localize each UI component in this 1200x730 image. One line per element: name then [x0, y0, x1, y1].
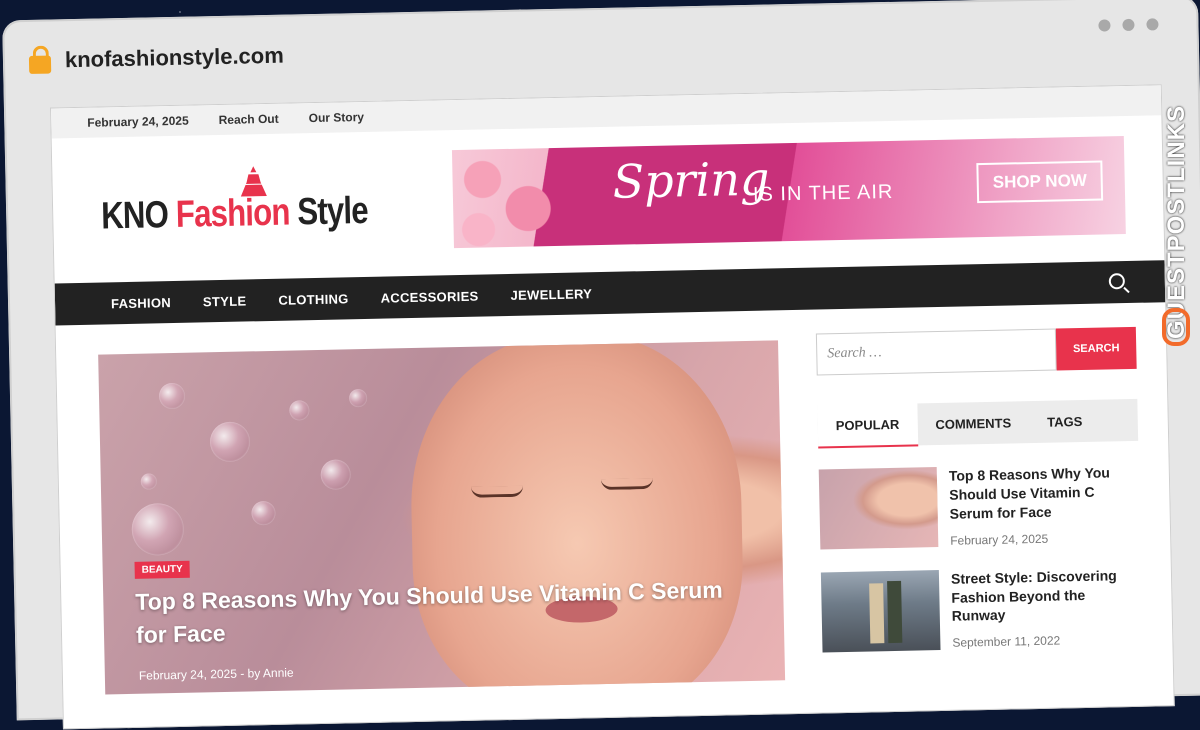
nav-item-jewellery[interactable]: JEWELLERY: [510, 286, 592, 303]
nav-item-style[interactable]: STYLE: [203, 293, 247, 309]
banner-script-text: Spring: [612, 151, 770, 209]
sidebar-search: Search … SEARCH: [815, 326, 1137, 376]
browser-window: knofashionstyle.com February 24, 2025 Re…: [2, 0, 1200, 730]
post-title[interactable]: Top 8 Reasons Why You Should Use Vitamin…: [949, 463, 1140, 524]
site-logo[interactable]: KNO Fashion Style: [101, 190, 368, 239]
spring-ad-banner[interactable]: Spring IS IN THE AIR SHOP NOW: [451, 136, 1126, 249]
lock-icon: [28, 55, 52, 74]
tab-comments[interactable]: COMMENTS: [917, 401, 1030, 445]
nav-item-accessories[interactable]: ACCESSORIES: [380, 288, 478, 305]
chain-link-icon: [1162, 308, 1190, 346]
logo-text-style: Style: [289, 189, 369, 234]
featured-post-title[interactable]: Top 8 Reasons Why You Should Use Vitamin…: [135, 573, 756, 653]
water-bubble: [131, 502, 185, 556]
post-date: September 11, 2022: [952, 633, 1061, 651]
address-bar[interactable]: knofashionstyle.com: [28, 43, 284, 74]
search-icon[interactable]: [1108, 273, 1126, 290]
post-thumbnail[interactable]: [818, 467, 939, 550]
list-item[interactable]: Street Style: Discovering Fashion Beyond…: [820, 565, 1143, 653]
sidebar: Search … SEARCH POPULAR COMMENTS TAGS To…: [815, 326, 1143, 653]
featured-post-author[interactable]: Annie: [263, 666, 294, 681]
banner-tagline: IS IN THE AIR: [752, 180, 894, 206]
logo-text-fashion: Fashion: [175, 191, 290, 236]
window-dot-icon[interactable]: [1098, 19, 1111, 32]
search-button[interactable]: SEARCH: [1055, 326, 1137, 371]
water-bubble: [320, 459, 352, 490]
closed-eye: [470, 485, 524, 498]
category-badge[interactable]: BEAUTY: [134, 560, 190, 579]
topbar-link-our-story[interactable]: Our Story: [309, 110, 365, 125]
watermark-text: GUESTPOSTLINKS: [1163, 104, 1190, 339]
logo-text-kno: KNO: [100, 193, 177, 238]
featured-post[interactable]: BEAUTY Top 8 Reasons Why You Should Use …: [98, 340, 786, 695]
current-date: February 24, 2025: [87, 113, 189, 130]
guestpostlinks-watermark: GUESTPOSTLINKS: [1154, 60, 1194, 360]
nav-item-clothing[interactable]: CLOTHING: [278, 291, 349, 307]
post-title[interactable]: Street Style: Discovering Fashion Beyond…: [951, 565, 1142, 626]
author-prefix: - by: [236, 666, 264, 681]
post-thumbnail[interactable]: [820, 569, 941, 653]
tab-popular[interactable]: POPULAR: [817, 402, 918, 449]
water-bubble: [158, 382, 186, 410]
page-viewport: February 24, 2025 Reach Out Our Story KN…: [49, 84, 1175, 730]
site-header: KNO Fashion Style Spring IS IN THE AIR S…: [52, 115, 1165, 283]
tab-tags[interactable]: TAGS: [1029, 400, 1101, 443]
topbar-link-reach-out[interactable]: Reach Out: [219, 112, 279, 127]
search-input[interactable]: Search …: [815, 328, 1057, 376]
water-bubble: [348, 388, 368, 408]
window-dot-icon[interactable]: [1146, 18, 1159, 31]
closed-eye: [600, 477, 654, 491]
featured-post-date[interactable]: February 24, 2025: [139, 667, 237, 683]
water-bubble: [209, 421, 251, 463]
nav-item-fashion[interactable]: FASHION: [111, 295, 171, 311]
water-bubble: [251, 500, 276, 526]
water-bubble: [140, 473, 157, 490]
flowers-image: [451, 147, 564, 249]
window-controls: [1098, 18, 1159, 32]
water-bubble: [289, 400, 310, 421]
post-date: February 24, 2025: [950, 531, 1049, 548]
url-text[interactable]: knofashionstyle.com: [65, 43, 284, 74]
list-item[interactable]: Top 8 Reasons Why You Should Use Vitamin…: [818, 463, 1141, 550]
shop-now-button[interactable]: SHOP NOW: [976, 160, 1104, 204]
featured-post-meta: February 24, 2025 - by Annie: [139, 666, 294, 683]
sidebar-tabs: POPULAR COMMENTS TAGS: [817, 398, 1139, 449]
window-dot-icon[interactable]: [1122, 18, 1135, 32]
